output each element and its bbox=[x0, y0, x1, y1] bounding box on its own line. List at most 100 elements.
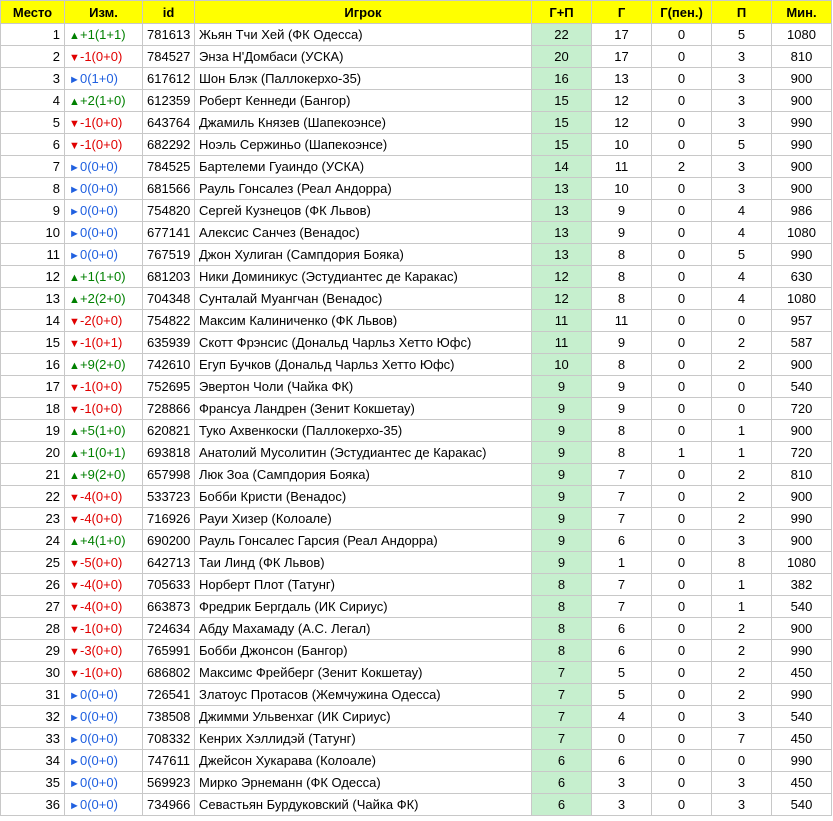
cell-change[interactable]: ▼-4(0+0) bbox=[64, 573, 143, 596]
cell-id[interactable]: 617612 bbox=[142, 67, 195, 90]
cell-player[interactable]: Норберт Плот (Татунг) bbox=[194, 573, 532, 596]
cell-assists[interactable]: 5 bbox=[711, 23, 772, 46]
cell-place[interactable]: 10 bbox=[0, 221, 65, 244]
cell-goals-assists[interactable]: 9 bbox=[531, 397, 592, 420]
cell-minutes[interactable]: 990 bbox=[771, 111, 832, 134]
cell-penalty-goals[interactable]: 0 bbox=[651, 617, 712, 640]
cell-assists[interactable]: 2 bbox=[711, 331, 772, 354]
cell-goals[interactable]: 11 bbox=[591, 309, 652, 332]
cell-goals[interactable]: 8 bbox=[591, 265, 652, 288]
cell-goals[interactable]: 1 bbox=[591, 551, 652, 574]
cell-penalty-goals[interactable]: 0 bbox=[651, 749, 712, 772]
cell-change[interactable]: ▼-1(0+0) bbox=[64, 397, 143, 420]
cell-goals-assists[interactable]: 9 bbox=[531, 551, 592, 574]
cell-change[interactable]: ▼-3(0+0) bbox=[64, 639, 143, 662]
cell-minutes[interactable]: 900 bbox=[771, 67, 832, 90]
cell-minutes[interactable]: 720 bbox=[771, 397, 832, 420]
cell-place[interactable]: 20 bbox=[0, 441, 65, 464]
cell-penalty-goals[interactable]: 0 bbox=[651, 221, 712, 244]
cell-goals-assists[interactable]: 13 bbox=[531, 221, 592, 244]
cell-player[interactable]: Златоус Протасов (Жемчужина Одесса) bbox=[194, 683, 532, 706]
cell-assists[interactable]: 4 bbox=[711, 221, 772, 244]
cell-goals[interactable]: 6 bbox=[591, 639, 652, 662]
cell-change[interactable]: ▼-1(0+0) bbox=[64, 617, 143, 640]
cell-id[interactable]: 657998 bbox=[142, 463, 195, 486]
cell-id[interactable]: 643764 bbox=[142, 111, 195, 134]
cell-goals-assists[interactable]: 8 bbox=[531, 595, 592, 618]
cell-id[interactable]: 612359 bbox=[142, 89, 195, 112]
col-header-place[interactable]: Место bbox=[0, 0, 65, 24]
cell-player[interactable]: Франсуа Ландрен (Зенит Кокшетау) bbox=[194, 397, 532, 420]
cell-place[interactable]: 30 bbox=[0, 661, 65, 684]
cell-minutes[interactable]: 540 bbox=[771, 705, 832, 728]
cell-goals-assists[interactable]: 7 bbox=[531, 661, 592, 684]
cell-change[interactable]: ▼-4(0+0) bbox=[64, 507, 143, 530]
cell-place[interactable]: 27 bbox=[0, 595, 65, 618]
cell-id[interactable]: 620821 bbox=[142, 419, 195, 442]
cell-change[interactable]: ▲+2(2+0) bbox=[64, 287, 143, 310]
cell-change[interactable]: ▼-4(0+0) bbox=[64, 485, 143, 508]
cell-player[interactable]: Ноэль Сержиньо (Шапекоэнсе) bbox=[194, 133, 532, 156]
cell-assists[interactable]: 3 bbox=[711, 111, 772, 134]
cell-minutes[interactable]: 990 bbox=[771, 749, 832, 772]
cell-change[interactable]: ▼-1(0+0) bbox=[64, 375, 143, 398]
cell-id[interactable]: 704348 bbox=[142, 287, 195, 310]
cell-penalty-goals[interactable]: 0 bbox=[651, 639, 712, 662]
cell-id[interactable]: 681203 bbox=[142, 265, 195, 288]
cell-goals-assists[interactable]: 8 bbox=[531, 573, 592, 596]
cell-penalty-goals[interactable]: 0 bbox=[651, 89, 712, 112]
cell-minutes[interactable]: 540 bbox=[771, 375, 832, 398]
cell-change[interactable]: ►0(0+0) bbox=[64, 749, 143, 772]
cell-place[interactable]: 12 bbox=[0, 265, 65, 288]
cell-penalty-goals[interactable]: 0 bbox=[651, 463, 712, 486]
cell-assists[interactable]: 0 bbox=[711, 309, 772, 332]
cell-place[interactable]: 8 bbox=[0, 177, 65, 200]
cell-player[interactable]: Кенрих Хэллидэй (Татунг) bbox=[194, 727, 532, 750]
cell-id[interactable]: 781613 bbox=[142, 23, 195, 46]
cell-id[interactable]: 728866 bbox=[142, 397, 195, 420]
cell-place[interactable]: 21 bbox=[0, 463, 65, 486]
cell-penalty-goals[interactable]: 0 bbox=[651, 375, 712, 398]
cell-assists[interactable]: 1 bbox=[711, 573, 772, 596]
cell-player[interactable]: Абду Махамаду (А.С. Легал) bbox=[194, 617, 532, 640]
cell-goals[interactable]: 11 bbox=[591, 155, 652, 178]
cell-minutes[interactable]: 900 bbox=[771, 177, 832, 200]
cell-goals-assists[interactable]: 15 bbox=[531, 111, 592, 134]
cell-change[interactable]: ▲+2(1+0) bbox=[64, 89, 143, 112]
cell-assists[interactable]: 1 bbox=[711, 441, 772, 464]
cell-goals-assists[interactable]: 13 bbox=[531, 199, 592, 222]
cell-goals-assists[interactable]: 7 bbox=[531, 683, 592, 706]
cell-place[interactable]: 23 bbox=[0, 507, 65, 530]
cell-minutes[interactable]: 1080 bbox=[771, 221, 832, 244]
cell-change[interactable]: ►0(0+0) bbox=[64, 771, 143, 794]
cell-place[interactable]: 24 bbox=[0, 529, 65, 552]
cell-goals-assists[interactable]: 15 bbox=[531, 89, 592, 112]
cell-goals[interactable]: 13 bbox=[591, 67, 652, 90]
cell-goals[interactable]: 9 bbox=[591, 331, 652, 354]
cell-penalty-goals[interactable]: 0 bbox=[651, 331, 712, 354]
cell-goals[interactable]: 10 bbox=[591, 177, 652, 200]
cell-minutes[interactable]: 986 bbox=[771, 199, 832, 222]
cell-assists[interactable]: 3 bbox=[711, 67, 772, 90]
cell-player[interactable]: Мирко Эрнеманн (ФК Одесса) bbox=[194, 771, 532, 794]
cell-minutes[interactable]: 900 bbox=[771, 485, 832, 508]
cell-player[interactable]: Люк Зоа (Сампдория Бояка) bbox=[194, 463, 532, 486]
cell-id[interactable]: 742610 bbox=[142, 353, 195, 376]
cell-goals-assists[interactable]: 13 bbox=[531, 243, 592, 266]
cell-change[interactable]: ▼-2(0+0) bbox=[64, 309, 143, 332]
cell-place[interactable]: 7 bbox=[0, 155, 65, 178]
cell-minutes[interactable]: 450 bbox=[771, 771, 832, 794]
cell-player[interactable]: Сергей Кузнецов (ФК Львов) bbox=[194, 199, 532, 222]
cell-change[interactable]: ▼-1(0+0) bbox=[64, 661, 143, 684]
cell-assists[interactable]: 2 bbox=[711, 353, 772, 376]
cell-goals[interactable]: 6 bbox=[591, 617, 652, 640]
cell-assists[interactable]: 4 bbox=[711, 287, 772, 310]
cell-goals[interactable]: 3 bbox=[591, 793, 652, 816]
cell-player[interactable]: Энза Н'Домбаси (УСКА) bbox=[194, 45, 532, 68]
col-header-player[interactable]: Игрок bbox=[194, 0, 532, 24]
cell-assists[interactable]: 2 bbox=[711, 485, 772, 508]
cell-goals[interactable]: 7 bbox=[591, 573, 652, 596]
cell-id[interactable]: 690200 bbox=[142, 529, 195, 552]
cell-id[interactable]: 677141 bbox=[142, 221, 195, 244]
cell-minutes[interactable]: 450 bbox=[771, 661, 832, 684]
